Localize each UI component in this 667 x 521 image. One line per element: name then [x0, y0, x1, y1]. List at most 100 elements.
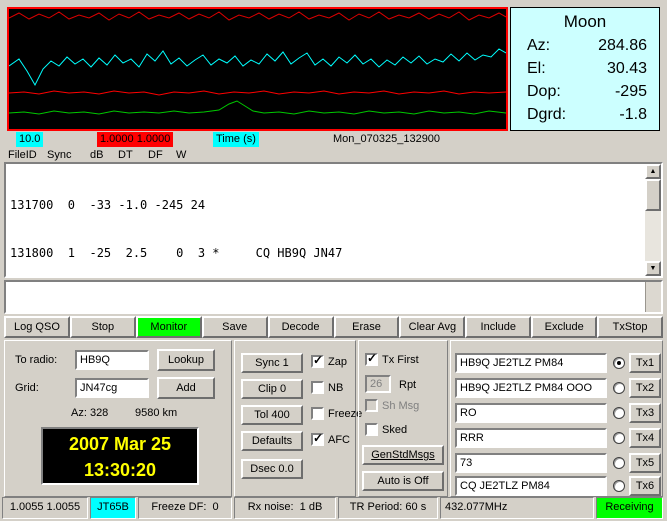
clear-avg-button[interactable]: Clear Avg — [399, 316, 465, 338]
tx6-button[interactable]: Tx6 — [629, 476, 661, 496]
add-button[interactable]: Add — [157, 377, 215, 399]
tx-first-checkbox[interactable]: Tx First — [365, 353, 419, 366]
erase-button[interactable]: Erase — [334, 316, 400, 338]
nb-checkbox[interactable]: NB — [311, 381, 343, 394]
clip-control[interactable]: Clip 0 — [241, 379, 303, 399]
tx4-button[interactable]: Tx4 — [629, 428, 661, 448]
moon-dgrd-label: Dgrd: — [527, 103, 566, 126]
freeze-checkbox-box[interactable] — [311, 407, 324, 420]
tx1-button[interactable]: Tx1 — [629, 353, 661, 373]
tx3-button[interactable]: Tx3 — [629, 403, 661, 423]
scroll-thumb[interactable] — [645, 179, 661, 211]
lookup-button[interactable]: Lookup — [157, 349, 215, 371]
col-w: W — [176, 149, 186, 161]
col-fileid: FileID — [8, 149, 37, 161]
decode-scrollbar[interactable]: ▲ ▼ — [645, 164, 661, 276]
moon-el-label: El: — [527, 57, 546, 80]
decode-button[interactable]: Decode — [268, 316, 334, 338]
tol-control[interactable]: Tol 400 — [241, 405, 303, 425]
moon-el-value: 30.43 — [607, 57, 647, 80]
status-mode: JT65B — [90, 497, 136, 519]
decode-line[interactable]: 131800 1 -25 2.5 0 3 * CQ HB9Q JN47 — [10, 245, 661, 261]
zap-checkbox[interactable]: Zap — [311, 355, 347, 368]
to-radio-input[interactable] — [75, 350, 149, 370]
toolbar: Log QSO Stop Monitor Save Decode Erase C… — [4, 316, 663, 338]
stop-button[interactable]: Stop — [70, 316, 136, 338]
moon-az-value: 284.86 — [598, 34, 647, 57]
status-tr-period: TR Period: 60 s — [338, 497, 438, 519]
signal-trace — [9, 49, 506, 85]
monitor-button[interactable]: Monitor — [136, 316, 202, 338]
grid-input[interactable] — [75, 378, 149, 398]
freeze-checkbox[interactable]: Freeze — [311, 407, 362, 420]
status-rx-state: Receiving — [596, 497, 663, 519]
afc-checkbox[interactable]: AFC — [311, 433, 350, 446]
sked-label: Sked — [382, 424, 407, 436]
status-bar: 1.0055 1.0055 JT65B Freeze DF: 0 Rx nois… — [0, 497, 667, 519]
col-df: DF — [148, 149, 163, 161]
moon-dop-value: -295 — [615, 80, 647, 103]
spectrum-display[interactable] — [7, 7, 508, 131]
defaults-button[interactable]: Defaults — [241, 431, 303, 451]
scroll-up-icon[interactable]: ▲ — [645, 164, 661, 179]
file-name: Mon_070325_132900 — [330, 132, 443, 147]
status-rx-noise: Rx noise: 1 dB — [234, 497, 336, 519]
txstop-button[interactable]: TxStop — [597, 316, 663, 338]
tx3-message-input[interactable] — [455, 403, 607, 423]
tx-first-checkbox-box[interactable] — [365, 353, 378, 366]
dsec-control[interactable]: Dsec 0.0 — [241, 459, 303, 479]
moon-title: Moon — [511, 8, 659, 34]
noise-trace — [9, 101, 506, 114]
afc-label: AFC — [328, 434, 350, 446]
tx6-radio[interactable] — [613, 480, 625, 492]
tx2-message-input[interactable] — [455, 378, 607, 398]
nb-checkbox-box[interactable] — [311, 381, 324, 394]
sked-checkbox-box[interactable] — [365, 423, 378, 436]
tx4-radio[interactable] — [613, 432, 625, 444]
wsjt-main-window: Moon Az:284.86 El:30.43 Dop:-295 Dgrd:-1… — [0, 0, 667, 521]
col-sync: Sync — [47, 149, 71, 161]
gen-std-msgs-button[interactable]: GenStdMsgs — [362, 445, 444, 465]
auto-button[interactable]: Auto is Off — [362, 471, 444, 491]
tx5-button[interactable]: Tx5 — [629, 453, 661, 473]
spectrum-traces — [9, 9, 506, 129]
zap-label: Zap — [328, 356, 347, 368]
average-scrollbar[interactable] — [645, 282, 661, 312]
log-qso-button[interactable]: Log QSO — [4, 316, 70, 338]
col-db: dB — [90, 149, 103, 161]
scroll-down-icon[interactable]: ▼ — [645, 261, 661, 276]
params-group: Sync 1 Clip 0 Tol 400 Defaults Dsec 0.0 … — [234, 340, 356, 497]
zap-checkbox-box[interactable] — [311, 355, 324, 368]
rpt-label: Rpt — [399, 379, 416, 391]
sked-checkbox[interactable]: Sked — [365, 423, 407, 436]
include-button[interactable]: Include — [465, 316, 531, 338]
save-button[interactable]: Save — [202, 316, 268, 338]
clock-date: 2007 Mar 25 — [43, 431, 197, 457]
tx5-message-input[interactable] — [455, 453, 607, 473]
tx6-message-input[interactable] — [455, 476, 607, 496]
tx2-button[interactable]: Tx2 — [629, 378, 661, 398]
decode-line[interactable]: 131700 0 -33 -1.0 -245 24 — [10, 197, 661, 213]
sync-control[interactable]: Sync 1 — [241, 353, 303, 373]
grid-label: Grid: — [15, 382, 39, 394]
status-freeze-df: Freeze DF: 0 — [138, 497, 232, 519]
utc-clock: 2007 Mar 25 13:30:20 — [41, 427, 199, 485]
tx1-message-input[interactable] — [455, 353, 607, 373]
calib-tag: 1.0000 1.0000 — [97, 132, 173, 147]
tx1-radio[interactable] — [613, 357, 625, 369]
tx4-message-input[interactable] — [455, 428, 607, 448]
sync-trace — [9, 12, 506, 20]
azimuth-text: Az: 328 — [71, 407, 108, 419]
average-text-area[interactable]: 132800 1 1/11 132900 2 0/11 — [4, 280, 663, 314]
exclude-button[interactable]: Exclude — [531, 316, 597, 338]
distance-text: 9580 km — [135, 407, 177, 419]
tx3-radio[interactable] — [613, 407, 625, 419]
decode-text-area[interactable]: 131700 0 -33 -1.0 -245 24 131800 1 -25 2… — [4, 162, 663, 278]
tx-messages-group: Tx1 Tx2 Tx3 Tx4 Tx5 Tx6 — [450, 340, 663, 497]
tx2-radio[interactable] — [613, 382, 625, 394]
afc-checkbox-box[interactable] — [311, 433, 324, 446]
moon-dgrd-value: -1.8 — [619, 103, 647, 126]
clock-time: 13:30:20 — [43, 457, 197, 483]
sh-msg-label: Sh Msg — [382, 400, 419, 412]
tx5-radio[interactable] — [613, 457, 625, 469]
